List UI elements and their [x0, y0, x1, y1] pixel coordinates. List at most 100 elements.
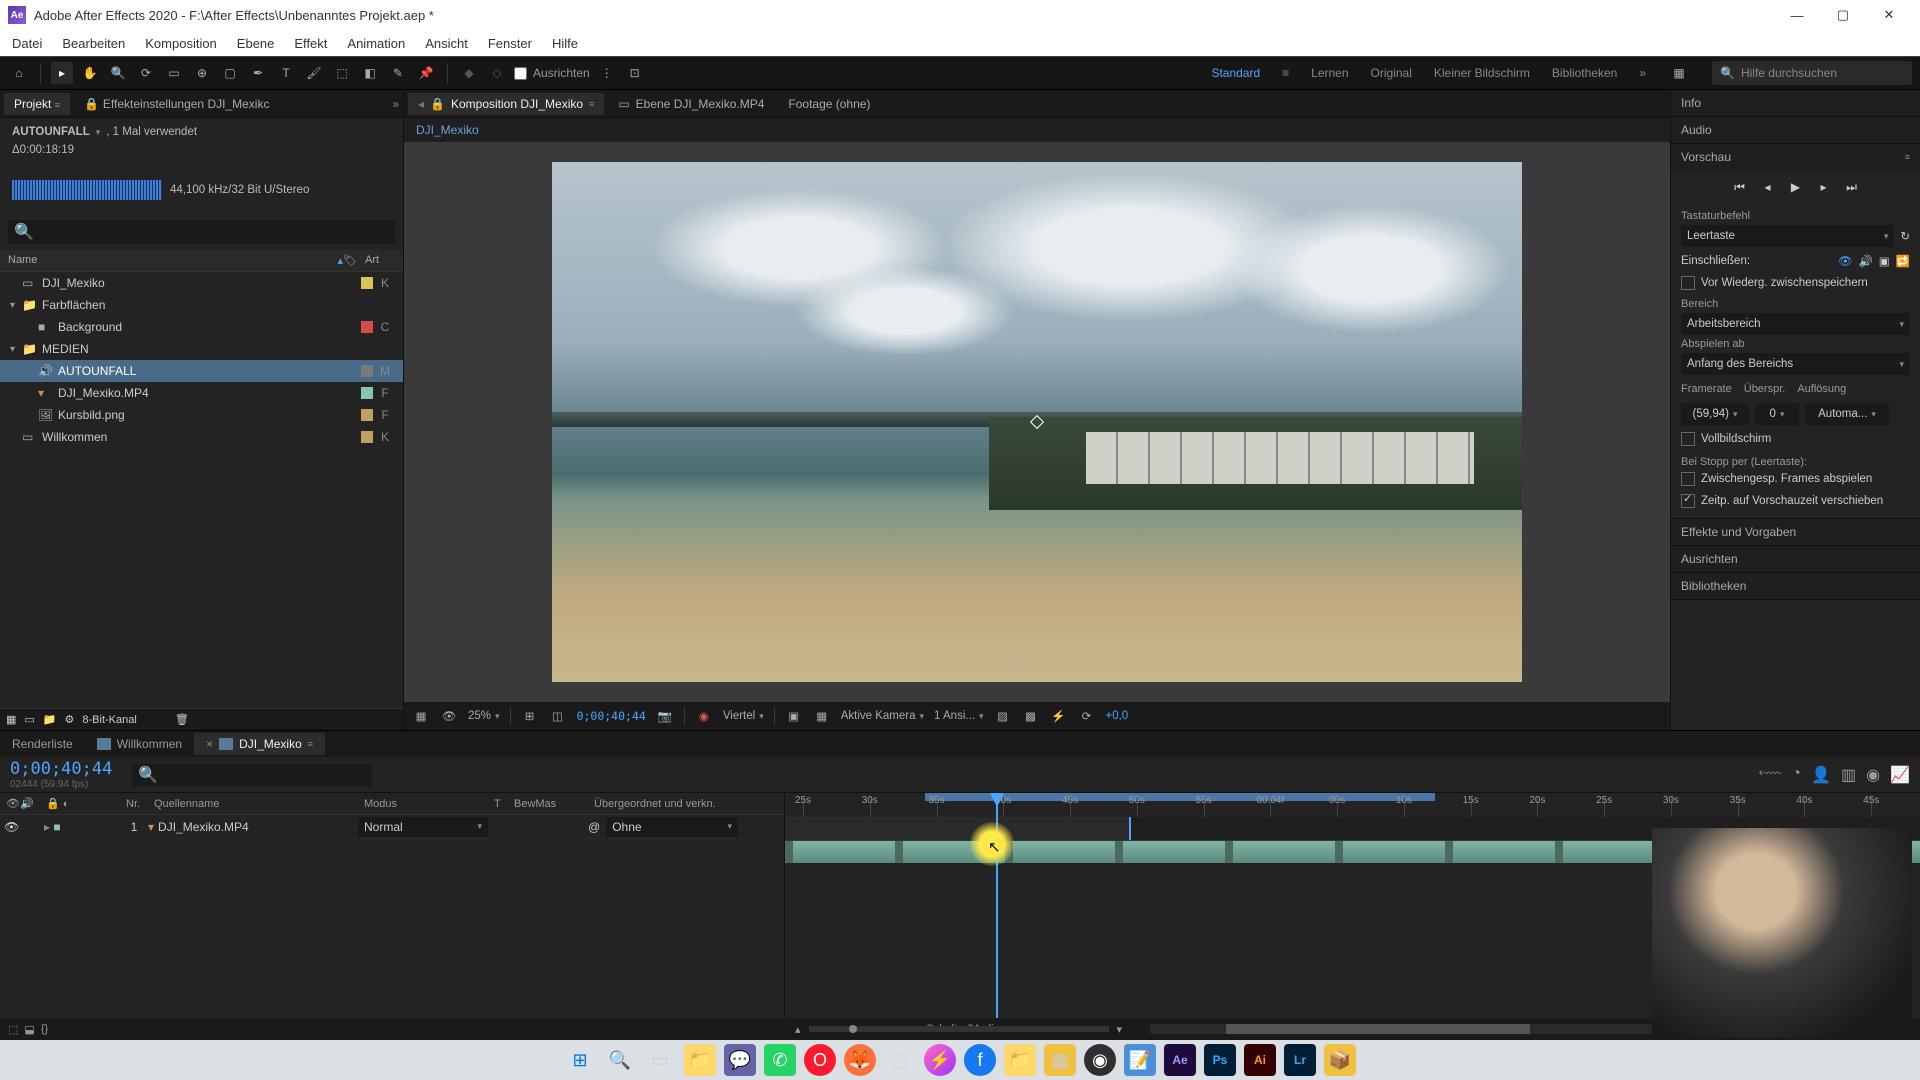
project-item[interactable]: ▭ Willkommen K — [0, 426, 403, 448]
fill-icon[interactable]: ◆ — [458, 62, 480, 84]
maximize-button[interactable]: ▢ — [1820, 0, 1866, 30]
menu-komposition[interactable]: Komposition — [139, 34, 223, 53]
taskbar-messenger-icon[interactable]: ⚡ — [924, 1044, 956, 1076]
project-item[interactable]: ▾ DJI_Mexiko.MP4 F — [0, 382, 403, 404]
stroke-icon[interactable]: ◇ — [486, 62, 508, 84]
col-t[interactable]: T — [488, 798, 508, 810]
asset-dropdown-icon[interactable]: ▾ — [96, 127, 101, 138]
taskbar-firefox-icon[interactable]: 🦊 — [844, 1044, 876, 1076]
tab-willkommen[interactable]: Willkommen — [85, 733, 194, 755]
panel-vorschau[interactable]: Vorschau≡ — [1671, 144, 1920, 170]
menu-ansicht[interactable]: Ansicht — [419, 34, 474, 53]
panel-info[interactable]: Info — [1671, 90, 1920, 116]
tab-renderliste[interactable]: Renderliste — [0, 733, 85, 755]
workspace-bibliotheken[interactable]: Bibliotheken — [1552, 66, 1617, 80]
col-mode[interactable]: Modus — [358, 798, 488, 810]
3d-icon[interactable]: ▨ — [994, 707, 1012, 725]
taskbar-facebook-icon[interactable]: f — [964, 1044, 996, 1076]
project-item[interactable]: ▾ 📁 MEDIEN — [0, 338, 403, 360]
zoom-tool-icon[interactable]: 🔍 — [107, 62, 129, 84]
shortcut-select[interactable]: Leertaste▾ — [1681, 225, 1894, 247]
workspace-menu-icon[interactable]: ≡ — [1282, 66, 1289, 80]
project-item[interactable]: ■ Background C — [0, 316, 403, 338]
project-item[interactable]: 🔊 AUTOUNFALL M — [0, 360, 403, 382]
col-bw[interactable]: BewMas — [508, 798, 588, 810]
reset-icon[interactable]: ↻ — [1900, 229, 1910, 243]
bbox-icon[interactable]: ⊡ — [624, 62, 646, 84]
menu-datei[interactable]: Datei — [6, 34, 48, 53]
workspace-original[interactable]: Original — [1371, 66, 1412, 80]
current-time[interactable]: 0;00;40;44 — [10, 759, 112, 779]
close-button[interactable]: ✕ — [1866, 0, 1912, 30]
timeline-search[interactable]: 🔍 — [132, 764, 372, 786]
transparent-icon[interactable]: ▦ — [813, 707, 831, 725]
col-switches[interactable]: 🔒 ◐ — [40, 797, 120, 810]
move-time-checkbox[interactable] — [1681, 494, 1695, 508]
range-select[interactable]: Arbeitsbereich▾ — [1681, 313, 1910, 335]
snapshot-icon[interactable]: 📷 — [656, 707, 674, 725]
playhead[interactable] — [996, 793, 998, 1018]
shape-tool-icon[interactable]: ▢ — [219, 62, 241, 84]
zoom-slider[interactable] — [809, 1026, 1109, 1032]
menu-fenster[interactable]: Fenster — [482, 34, 538, 53]
playfrom-select[interactable]: Anfang des Bereichs▾ — [1681, 353, 1910, 375]
taskbar-obs-icon[interactable]: ◉ — [1084, 1044, 1116, 1076]
settings-icon[interactable]: ⚙ — [65, 713, 75, 726]
panel-overflow-icon[interactable]: » — [392, 97, 399, 111]
layer-name[interactable]: DJI_Mexiko.MP4 — [158, 820, 249, 834]
skip-input[interactable]: 0▾ — [1755, 403, 1799, 425]
fast-previews-icon[interactable]: ⚡ — [1050, 707, 1068, 725]
toggle-brackets-icon[interactable]: {} — [41, 1023, 48, 1035]
col-art[interactable]: Art — [365, 254, 395, 267]
taskbar-notes-icon[interactable]: 📝 — [1124, 1044, 1156, 1076]
taskbar-app2-icon[interactable]: ▦ — [1044, 1044, 1076, 1076]
workspace-lernen[interactable]: Lernen — [1311, 66, 1348, 80]
taskbar-app3-icon[interactable]: 📦 — [1324, 1044, 1356, 1076]
menu-effekt[interactable]: Effekt — [288, 34, 333, 53]
menu-ebene[interactable]: Ebene — [231, 34, 281, 53]
composition-viewer[interactable] — [404, 142, 1670, 702]
col-nr[interactable]: Nr. — [120, 798, 148, 810]
panel-audio[interactable]: Audio — [1671, 117, 1920, 143]
close-tab-icon[interactable]: × — [206, 737, 213, 751]
menu-animation[interactable]: Animation — [341, 34, 411, 53]
parent-select[interactable]: Ohne▾ — [606, 817, 738, 837]
refresh-icon[interactable]: ⟳ — [1078, 707, 1096, 725]
col-name[interactable]: Name — [8, 254, 337, 267]
clone-tool-icon[interactable]: ⬚ — [331, 62, 353, 84]
draft3d-icon[interactable]: ◔ — [1791, 765, 1801, 785]
tab-projekt[interactable]: Projekt ≡ — [4, 93, 70, 115]
visibility-icon[interactable]: 👁 — [4, 820, 19, 834]
cache-checkbox[interactable] — [1681, 276, 1695, 290]
fullscreen-checkbox[interactable] — [1681, 432, 1695, 446]
col-parent[interactable]: Übergeordnet und verkn. — [588, 798, 738, 810]
include-audio-icon[interactable]: 🔊 — [1858, 254, 1872, 268]
zoom-dropdown[interactable]: 25%▾ — [468, 710, 500, 722]
project-item[interactable]: 🖼 Kursbild.png F — [0, 404, 403, 426]
panel-effekte[interactable]: Effekte und Vorgaben — [1671, 519, 1920, 545]
time-ruler[interactable]: 25s30s35s40s45s50s55s00:04f05s10s15s20s2… — [785, 793, 1920, 817]
play-icon[interactable]: ▶ — [1787, 178, 1805, 196]
taskbar-lr-icon[interactable]: Lr — [1284, 1044, 1316, 1076]
toggle-modes-icon[interactable]: ⬓ — [24, 1023, 34, 1036]
new-folder-icon[interactable]: 📁 — [43, 713, 57, 726]
text-tool-icon[interactable]: T — [275, 62, 297, 84]
graph-editor-icon[interactable]: 📈 — [1890, 765, 1910, 785]
comp-flowchart-icon[interactable]: ⬳ — [1759, 765, 1782, 785]
resolution-dropdown[interactable]: Viertel▾ — [723, 710, 764, 722]
grid-icon[interactable]: ⊞ — [521, 707, 539, 725]
trash-icon[interactable]: 🗑 — [175, 713, 189, 726]
viewer-timecode[interactable]: 0;00;40;44 — [577, 709, 646, 723]
camera-tool-icon[interactable]: ▭ — [163, 62, 185, 84]
exposure-value[interactable]: +0,0 — [1106, 710, 1129, 722]
brush-tool-icon[interactable]: 🖌 — [303, 62, 325, 84]
shy-icon[interactable]: 👤 — [1811, 765, 1831, 785]
tab-footage[interactable]: Footage (ohne) — [778, 93, 880, 115]
next-frame-icon[interactable]: ▸ — [1815, 178, 1833, 196]
col-tag-icon[interactable]: 🏷 — [343, 254, 365, 267]
last-frame-icon[interactable]: ⏭ — [1843, 178, 1861, 196]
framerate-input[interactable]: (59,94)▾ — [1681, 403, 1749, 425]
draft3d-icon[interactable]: ▩ — [1022, 707, 1040, 725]
breadcrumb[interactable]: DJI_Mexiko — [416, 123, 479, 137]
first-frame-icon[interactable]: ⏮ — [1731, 178, 1749, 196]
